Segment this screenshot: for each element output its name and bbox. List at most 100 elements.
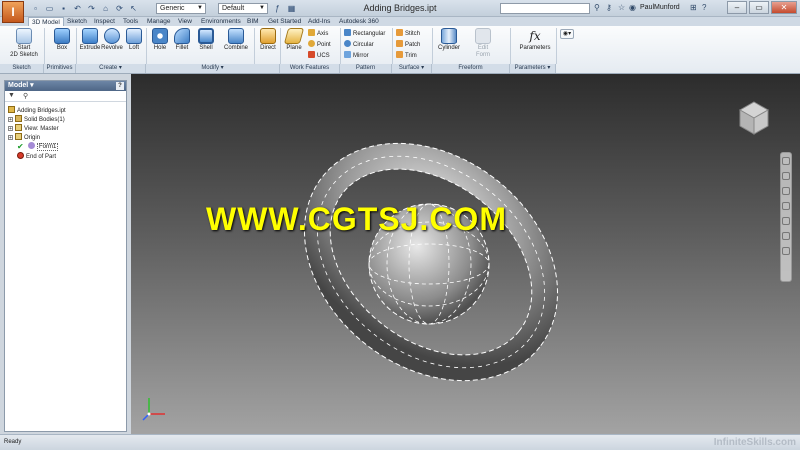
point-button[interactable]: Point [308,40,331,49]
save-icon[interactable]: ▪ [58,3,69,14]
steering-wheel-icon[interactable] [782,157,790,165]
user-icon[interactable]: ◉ [629,3,636,12]
undo-icon[interactable]: ↶ [72,3,83,14]
expand-icon[interactable]: + [8,117,13,123]
maximize-button[interactable]: ▭ [749,1,769,14]
binoculars-icon[interactable]: ⚲ [594,3,600,12]
cylinder-button[interactable]: Cylinder [434,28,464,52]
help-icon[interactable]: ? [702,3,706,12]
loft-button[interactable]: Loft [120,28,148,52]
close-button[interactable]: ✕ [771,1,797,14]
point-label: Point [317,42,331,48]
expand-icon[interactable]: + [8,135,13,141]
rectangular-pattern-icon [344,29,351,36]
cylinder-icon [441,28,457,44]
tree-item-end-of-part[interactable]: End of Part [17,152,56,161]
parameters-button[interactable]: fx Parameters [514,28,556,52]
trim-button[interactable]: Trim [396,51,417,60]
ribbon-options-button[interactable]: ◉▾ [560,29,574,39]
user-name[interactable]: PaulMunford [640,4,680,11]
trim-icon [396,51,403,58]
ucs-button[interactable]: UCS [308,51,330,60]
tab-bim[interactable]: BIM [244,17,262,26]
home-icon[interactable]: ⌂ [100,3,111,14]
edit-form-button[interactable]: Edit Form [468,28,498,59]
window-title: Adding Bridges.ipt [363,3,437,13]
star-icon[interactable]: ☆ [618,3,625,12]
expand-icon[interactable]: + [8,126,13,132]
loft-icon [126,28,142,44]
start-2d-sketch-button[interactable]: Start 2D Sketch [8,28,40,59]
panel-label-surface[interactable]: Surface ▾ [392,64,432,73]
nav-options-icon[interactable] [782,247,790,255]
minimize-button[interactable]: – [727,1,747,14]
tab-inspect[interactable]: Inspect [91,17,118,26]
model-wireframe [303,142,559,382]
browser-header[interactable]: Model ▾ ? [5,81,126,91]
direct-button[interactable]: Direct [254,28,282,52]
browser-help-button[interactable]: ? [116,82,124,90]
tab-view[interactable]: View [175,17,195,26]
tab-tools[interactable]: Tools [120,17,141,26]
look-at-icon[interactable] [782,217,790,225]
tab-autodesk-360[interactable]: Autodesk 360 [336,17,382,26]
update-icon[interactable]: ⟳ [114,3,125,14]
chevron-down-icon: ▼ [259,5,265,11]
patch-label: Patch [405,42,421,48]
orbit-icon[interactable] [782,202,790,210]
tab-add-ins[interactable]: Add-Ins [305,17,333,26]
tab-get-started[interactable]: Get Started [265,17,304,26]
open-icon[interactable]: ▭ [44,3,55,14]
panel-label-parameters[interactable]: Parameters ▾ [510,64,556,73]
patch-button[interactable]: Patch [396,40,420,49]
material-combo[interactable]: Generic ▼ [156,3,206,14]
axis-button[interactable]: Axis [308,29,328,38]
redo-icon[interactable]: ↷ [86,3,97,14]
plane-button[interactable]: Plane [280,28,308,52]
shell-button[interactable]: Shell [192,28,220,52]
tree-item-label: End of Part [26,154,57,160]
direct-label: Direct [260,45,276,51]
panel-label-create[interactable]: Create ▾ [76,64,146,73]
tree-item-form[interactable]: ✔ Form1 [17,142,59,151]
material-combo-value: Generic [160,5,185,12]
tree-item-origin[interactable]: + Origin [8,133,40,142]
app-logo-button[interactable]: I [2,1,24,23]
panel-label-modify[interactable]: Modify ▾ [146,64,280,73]
cart-icon[interactable]: ⊞ [690,3,697,12]
stitch-button[interactable]: Stitch [396,29,420,38]
pan-icon[interactable] [782,172,790,180]
status-bar: Ready InfiniteSkills.com [0,434,800,450]
select-icon[interactable]: ↖ [128,3,139,14]
mirror-button[interactable]: Mirror [344,51,369,60]
tab-manage[interactable]: Manage [144,17,174,26]
graphics-viewport[interactable]: WWW.CGTSJ.COM [131,74,800,434]
box-button[interactable]: Box [48,28,76,52]
zoom-icon[interactable] [782,187,790,195]
new-icon[interactable]: ▫ [30,3,41,14]
filter-icon[interactable]: ▼ [8,92,15,99]
tree-item-label: View: Master [24,126,59,132]
grid-icon[interactable]: ▦ [286,3,297,14]
key-icon[interactable]: ⚷ [606,3,612,12]
tree-item-solid-bodies[interactable]: + Solid Bodies(1) [8,115,65,124]
stitch-label: Stitch [405,31,421,37]
model-browser: Model ▾ ? ▼ ⚲ Adding Bridges.ipt + Solid … [4,80,127,432]
fx-icon[interactable]: ƒ [272,3,283,14]
view-face-icon[interactable] [782,232,790,240]
combine-button[interactable]: Combine [220,28,252,52]
rectangular-pattern-button[interactable]: Rectangular [344,29,385,38]
tab-environments[interactable]: Environments [198,17,244,26]
appearance-combo[interactable]: Default ▼ [218,3,268,14]
edit-form-label: Edit Form [476,45,490,58]
help-search-input[interactable] [500,3,590,14]
tree-item-part[interactable]: Adding Bridges.ipt [8,106,66,115]
viewcube-icon[interactable] [734,98,774,138]
navigation-bar[interactable] [780,152,792,282]
tab-sketch[interactable]: Sketch [64,17,90,26]
settings-icon: ◉▾ [562,31,572,37]
form-icon [28,142,35,149]
find-icon[interactable]: ⚲ [23,92,28,100]
circular-pattern-button[interactable]: Circular [344,40,374,49]
tree-item-view[interactable]: + View: Master [8,124,59,133]
